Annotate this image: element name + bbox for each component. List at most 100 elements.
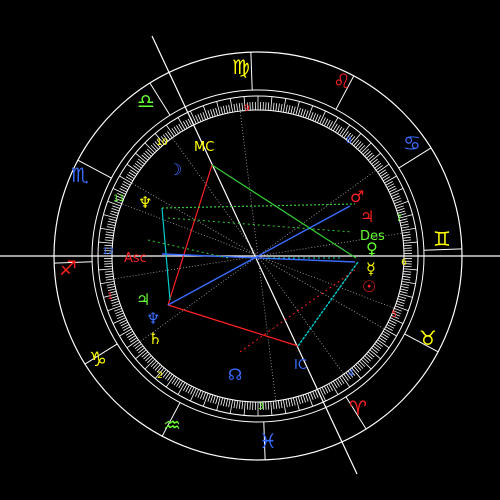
degree-tick (396, 300, 405, 304)
degree-tick (396, 208, 405, 212)
degree-tick (290, 398, 294, 407)
degree-tick (243, 401, 246, 416)
degree-tick (107, 223, 116, 227)
degree-tick (105, 234, 114, 237)
degree-tick (317, 115, 322, 123)
degree-tick (300, 108, 304, 117)
degree-tick (222, 105, 226, 114)
degree-tick (207, 393, 211, 402)
degree-tick (119, 175, 132, 184)
aspect-line (167, 304, 299, 347)
degree-tick (177, 382, 186, 395)
degree-tick (305, 393, 309, 402)
aspect-line (161, 203, 356, 209)
zodiac-divider (250, 52, 253, 91)
degree-tick (282, 98, 287, 113)
sign-capricorn: ♑ (89, 347, 107, 371)
degree-tick (107, 285, 116, 289)
house-number: 10 (156, 138, 168, 148)
degree-tick (238, 103, 241, 112)
planet-mars: ♂ (350, 187, 364, 206)
degree-tick (177, 117, 186, 130)
degree-tick (307, 105, 314, 119)
degree-tick (270, 401, 273, 416)
sign-sagittarius: ♐ (59, 256, 77, 280)
degree-tick (229, 399, 234, 414)
degree-tick (305, 110, 309, 119)
degree-tick (108, 218, 117, 222)
degree-tick (285, 399, 288, 408)
house-cusp (257, 255, 345, 375)
degree-tick (116, 312, 124, 317)
sign-taurus: ♉ (419, 326, 437, 350)
sign-aquarius: ♒ (163, 413, 181, 437)
house-number: 4 (348, 369, 354, 379)
house-cusp (171, 137, 259, 257)
degree-tick (236, 400, 239, 409)
degree-tick (194, 389, 199, 397)
degree-tick (314, 390, 319, 398)
degree-tick (112, 303, 121, 307)
degree-tick (110, 210, 119, 214)
degree-tick (109, 213, 118, 217)
degree-tick (403, 268, 418, 271)
planet-jupiter-left: ♃ (136, 290, 150, 309)
degree-tick (112, 317, 126, 324)
degree-tick (199, 113, 204, 121)
degree-tick (287, 105, 291, 114)
degree-tick (105, 278, 114, 281)
degree-tick (202, 105, 209, 119)
degree-tick (392, 195, 400, 200)
degree-tick (400, 285, 409, 289)
degree-tick (302, 109, 306, 118)
degree-tick (212, 395, 216, 404)
degree-tick (402, 234, 411, 237)
degree-tick (330, 382, 339, 395)
degree-tick (197, 114, 202, 122)
degree-tick (105, 275, 114, 278)
house-cusp (239, 111, 259, 257)
degree-tick (400, 288, 409, 292)
degree-tick (119, 328, 132, 337)
sign-aries: ♈ (349, 396, 367, 420)
house-cusp (257, 169, 377, 257)
degree-tick (402, 236, 411, 239)
degree-tick (105, 231, 114, 234)
ic-label: IC (294, 358, 307, 373)
degree-tick (229, 98, 234, 113)
degree-tick (290, 105, 294, 114)
degree-tick (384, 175, 397, 184)
sign-leo: ♌ (333, 69, 351, 93)
degree-tick (402, 278, 411, 281)
sign-cancer: ♋ (403, 131, 421, 155)
degree-tick (114, 307, 122, 312)
degree-tick (225, 105, 229, 114)
degree-tick (312, 113, 317, 121)
planet-sun: ☉ (362, 277, 376, 296)
degree-tick (275, 400, 278, 409)
asc-label: Asc (124, 251, 147, 266)
degree-tick (314, 114, 319, 122)
house-number: 2 (157, 371, 163, 381)
degree-tick (210, 394, 214, 403)
degree-tick (194, 115, 199, 123)
house-number: 7 (396, 214, 402, 224)
house-number: 12 (102, 247, 113, 257)
degree-tick (300, 395, 304, 404)
degree-tick (225, 398, 229, 407)
degree-tick (401, 283, 410, 286)
planet-moon: ☽ (168, 160, 182, 179)
degree-tick (403, 239, 412, 242)
degree-tick (302, 394, 306, 403)
degree-tick (215, 107, 219, 116)
degree-tick (236, 103, 239, 112)
degree-tick (98, 241, 113, 244)
planet-node: ☊ (228, 365, 242, 384)
degree-tick (393, 197, 401, 202)
degree-tick (104, 239, 113, 242)
house-number: 11 (113, 194, 124, 204)
degree-tick (307, 393, 314, 407)
degree-tick (241, 401, 244, 410)
degree-tick (395, 205, 404, 209)
degree-tick (287, 398, 291, 407)
